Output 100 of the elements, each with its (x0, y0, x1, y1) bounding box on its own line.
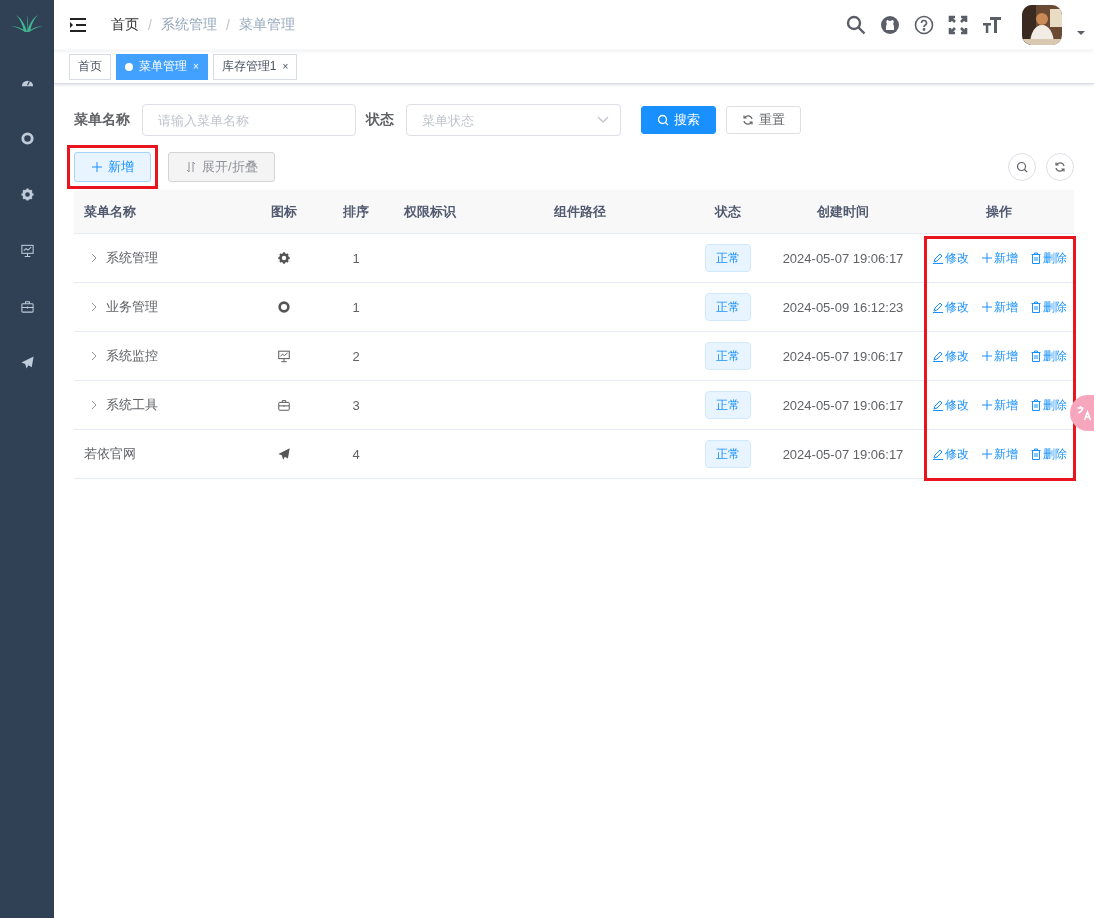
status-tag: 正常 (705, 391, 751, 419)
menu-icon[interactable] (69, 17, 87, 33)
trash-icon (1029, 350, 1042, 362)
delete-link[interactable]: 删除 (1025, 445, 1071, 463)
page-tab[interactable]: 库存管理1 × (212, 53, 298, 80)
plus-icon (980, 399, 993, 411)
add-button[interactable]: 新增 (74, 152, 151, 182)
add-link[interactable]: 新增 (976, 298, 1022, 316)
chevron-right-icon[interactable] (90, 400, 98, 410)
plus-icon (91, 161, 103, 173)
refresh-button[interactable] (1046, 153, 1074, 181)
plus-icon (980, 448, 993, 460)
column-header: 组件路径 (554, 202, 606, 221)
pencil-icon (931, 399, 944, 411)
pencil-icon (931, 350, 944, 362)
pencil-icon (931, 301, 944, 313)
add-link[interactable]: 新增 (976, 347, 1022, 365)
expand-collapse-button[interactable]: 展开/折叠 (168, 152, 275, 182)
trash-icon (1029, 301, 1042, 313)
status-tag: 正常 (705, 244, 751, 272)
pencil-icon (931, 448, 944, 460)
chevron-right-icon[interactable] (90, 253, 98, 263)
menu-name-field[interactable]: 请输入菜单名称 (142, 104, 356, 136)
delete-link[interactable]: 删除 (1025, 347, 1071, 365)
toolbox-icon (277, 398, 291, 412)
refresh-icon (742, 114, 754, 126)
field-label: 菜单名称 (74, 111, 130, 129)
toolbox-icon (19, 298, 35, 314)
paper-plane-icon (277, 447, 291, 461)
column-header: 排序 (343, 202, 369, 221)
target-icon (19, 130, 35, 146)
chevron-right-icon[interactable] (90, 302, 98, 312)
add-link[interactable]: 新增 (976, 445, 1022, 463)
monitor-icon (277, 349, 291, 363)
delete-link[interactable]: 删除 (1025, 249, 1071, 267)
sort-order: 3 (352, 397, 360, 413)
status-tag: 正常 (705, 342, 751, 370)
caret-icon[interactable] (1076, 30, 1086, 36)
chevron-down-icon (597, 116, 609, 124)
trash-icon (1029, 448, 1042, 460)
created-time: 2024-05-07 19:06:17 (782, 397, 904, 413)
edit-link[interactable]: 修改 (927, 298, 973, 316)
sort-order: 2 (352, 348, 360, 364)
plus-icon (980, 350, 993, 362)
edit-link[interactable]: 修改 (927, 249, 973, 267)
search-icon[interactable] (846, 15, 866, 35)
column-header: 创建时间 (817, 202, 869, 221)
paper-plane-icon (19, 354, 35, 370)
menu-name: 系统管理 (106, 249, 158, 267)
refresh-icon (1054, 161, 1066, 173)
page-tab[interactable]: 首页 (69, 53, 111, 80)
trash-icon (1029, 252, 1042, 264)
menu-name: 若依官网 (84, 445, 136, 463)
breadcrumb-separator: / (225, 17, 230, 33)
sort-order: 1 (352, 299, 360, 315)
sort-arrows-icon (185, 161, 197, 173)
edit-link[interactable]: 修改 (927, 445, 973, 463)
search-icon (1016, 161, 1028, 173)
column-header: 状态 (715, 202, 741, 221)
column-header: 菜单名称 (84, 202, 136, 221)
page-tab[interactable]: 菜单管理 × (116, 53, 208, 80)
reset-button[interactable]: 重置 (726, 106, 801, 134)
gear-icon (277, 251, 291, 265)
column-header: 权限标识 (404, 202, 456, 221)
status-tag: 正常 (705, 440, 751, 468)
plus-icon (980, 301, 993, 313)
sort-order: 1 (352, 250, 360, 266)
trash-icon (1029, 399, 1042, 411)
leaf-logo-icon (10, 12, 44, 34)
chevron-right-icon[interactable] (90, 351, 98, 361)
translate-icon (1076, 405, 1092, 421)
status-select[interactable]: 菜单状态 (406, 104, 621, 136)
breadcrumb-separator: / (148, 17, 152, 33)
delete-link[interactable]: 删除 (1025, 298, 1071, 316)
created-time: 2024-05-07 19:06:17 (782, 446, 904, 462)
font-size-icon[interactable] (982, 15, 1002, 35)
search-button[interactable]: 搜索 (641, 106, 716, 134)
add-link[interactable]: 新增 (976, 249, 1022, 267)
help-icon[interactable] (914, 15, 934, 35)
search-toggle-button[interactable] (1008, 153, 1036, 181)
gear-icon (19, 186, 35, 202)
fullscreen-icon[interactable] (948, 15, 968, 35)
column-header: 图标 (271, 202, 297, 221)
monitor-icon (19, 242, 35, 258)
column-header: 操作 (986, 202, 1012, 221)
menu-name: 业务管理 (106, 298, 158, 316)
sort-order: 4 (352, 446, 360, 462)
target-icon (277, 300, 291, 314)
edit-link[interactable]: 修改 (927, 347, 973, 365)
breadcrumb-item[interactable]: 首页 (111, 16, 139, 34)
pencil-icon (931, 252, 944, 264)
plus-icon (980, 252, 993, 264)
breadcrumb-item: 系统管理 (160, 16, 217, 34)
delete-link[interactable]: 删除 (1025, 396, 1071, 414)
add-link[interactable]: 新增 (976, 396, 1022, 414)
edit-link[interactable]: 修改 (927, 396, 973, 414)
search-icon (657, 114, 669, 126)
menu-name: 系统工具 (106, 396, 158, 414)
breadcrumb-item: 菜单管理 (238, 16, 295, 34)
menu-name: 系统监控 (106, 347, 158, 365)
